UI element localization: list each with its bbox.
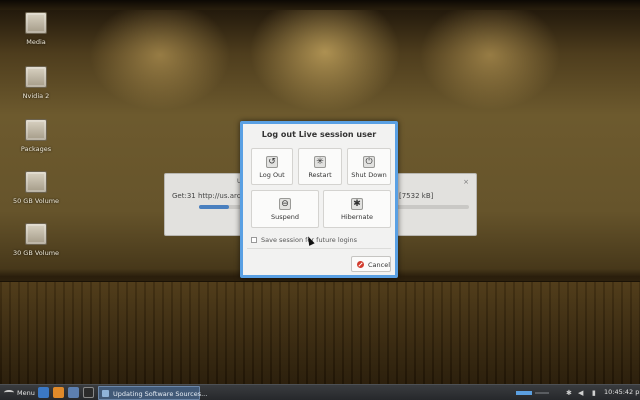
hibernate-button[interactable]: ✱ Hibernate (323, 190, 391, 228)
drive-icon (25, 223, 47, 245)
workspace-1[interactable] (516, 391, 532, 395)
desktop-icon-50gb-volume[interactable]: 50 GB Volume (10, 171, 62, 205)
desktop-icon-label: 50 GB Volume (12, 197, 60, 205)
menu-label: Menu (17, 389, 35, 397)
desktop-icon-label: 30 GB Volume (12, 249, 60, 257)
close-icon[interactable]: × (463, 178, 469, 186)
suspend-button[interactable]: ⊖ Suspend (251, 190, 319, 228)
logout-dialog: Log out Live session user ↺ Log Out ✳ Re… (240, 121, 398, 278)
workspace-2[interactable] (535, 392, 549, 394)
taskbar-window-label: Updating Software Sources... (113, 390, 208, 398)
restart-icon: ✳ (314, 156, 326, 168)
dialog-title: Log out Live session user (261, 130, 377, 139)
logout-button-label: Log Out (259, 171, 285, 179)
restart-button[interactable]: ✳ Restart (298, 148, 342, 185)
desktop-icon-packages[interactable]: Packages (10, 119, 62, 153)
desktop-icon-media[interactable]: Media (10, 12, 62, 46)
save-session-checkbox[interactable] (251, 237, 257, 243)
volume-icon[interactable]: ◀ (578, 389, 583, 397)
firefox-icon[interactable] (53, 387, 64, 398)
shutdown-button[interactable]: ⏻ Shut Down (347, 148, 391, 185)
clock[interactable]: 10:45:42 pm (604, 388, 640, 396)
hibernate-icon: ✱ (351, 198, 363, 210)
bluetooth-icon[interactable]: ✱ (566, 389, 572, 397)
show-desktop-icon[interactable] (38, 387, 49, 398)
cancel-button[interactable]: Cancel (351, 256, 391, 272)
download-size-text: [7532 kB] (399, 192, 434, 200)
dialog-divider (247, 248, 391, 249)
hibernate-button-label: Hibernate (340, 213, 374, 221)
shutdown-button-label: Shut Down (351, 171, 387, 179)
cancel-icon (357, 261, 364, 268)
wallpaper-floor (0, 282, 640, 384)
drive-icon (25, 119, 47, 141)
network-icon[interactable]: ▮ (592, 389, 596, 397)
download-progress-fill (199, 205, 229, 209)
drive-icon (25, 171, 47, 193)
logout-icon: ↺ (266, 156, 278, 168)
suspend-button-label: Suspend (270, 213, 299, 221)
folder-icon (25, 12, 47, 34)
suspend-icon: ⊖ (279, 198, 291, 210)
taskbar: Menu Updating Software Sources... ✱ ◀ ▮ … (0, 384, 640, 400)
taskbar-window-updating[interactable]: Updating Software Sources... (98, 386, 207, 400)
file-manager-icon[interactable] (68, 387, 79, 398)
update-icon (102, 390, 109, 397)
terminal-icon[interactable] (83, 387, 94, 398)
desktop-icon-nvidia[interactable]: Nvidia 2 (10, 66, 62, 100)
cancel-button-label: Cancel (368, 261, 391, 269)
menu-button[interactable]: Menu (2, 386, 35, 400)
wallpaper-ceiling (0, 0, 640, 10)
desktop-icon-30gb-volume[interactable]: 30 GB Volume (10, 223, 62, 257)
desktop-icon-label: Media (26, 38, 46, 46)
desktop-icon-label: Packages (20, 145, 52, 153)
menu-icon (4, 390, 14, 395)
desktop-icon-label: Nvidia 2 (22, 92, 50, 100)
logout-button[interactable]: ↺ Log Out (251, 148, 293, 185)
restart-button-label: Restart (308, 171, 332, 179)
power-icon: ⏻ (363, 156, 375, 168)
drive-icon (25, 66, 47, 88)
